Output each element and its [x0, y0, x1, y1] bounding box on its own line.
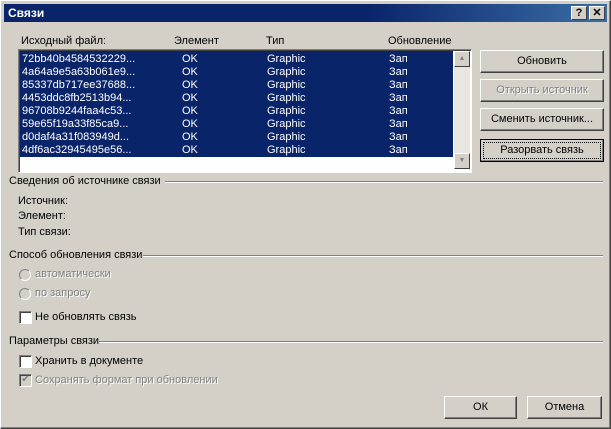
cancel-button[interactable]: Отмена [527, 396, 602, 419]
no-update-checkbox[interactable] [19, 311, 32, 324]
help-button[interactable]: ? [571, 6, 587, 20]
row-update: Зап [389, 105, 408, 117]
help-icon: ? [575, 7, 583, 19]
row-element: OK [182, 144, 198, 156]
open-source-button[interactable]: Открыть источник [480, 79, 604, 102]
triangle-down-icon[interactable]: ▼ [454, 153, 470, 169]
row-source: 85337db717ee37688... [22, 79, 136, 91]
source-info-heading: Сведения об источнике связи [9, 175, 161, 187]
row-type: Graphic [267, 131, 306, 143]
list-item[interactable]: 96708b9244faa4c53... OK Graphic Зап [20, 105, 453, 118]
header-type: Тип [266, 35, 285, 47]
keep-format-label: Сохранять формат при обновлении [35, 374, 218, 386]
list-item[interactable]: 72bb40b4584532229... OK Graphic Зап [20, 53, 453, 66]
break-link-button[interactable]: Разорвать связь [480, 139, 604, 162]
row-type: Graphic [267, 144, 306, 156]
ok-button[interactable]: ОК [444, 396, 517, 419]
row-type: Graphic [267, 118, 306, 130]
row-element: OK [182, 79, 198, 91]
list-item[interactable]: 59e65f19a33f85ca9... OK Graphic Зап [20, 118, 453, 131]
links-dialog: Связи ? ✕ Исходный файл: Элемент Тип Обн… [0, 0, 611, 429]
row-source: 72bb40b4584532229... [22, 53, 136, 65]
element-label: Элемент: [18, 210, 66, 222]
source-label: Источник: [18, 195, 69, 207]
row-source: 96708b9244faa4c53... [22, 105, 132, 117]
link-type-label: Тип связи: [18, 226, 71, 238]
row-element: OK [182, 131, 198, 143]
close-icon: ✕ [592, 7, 602, 19]
no-update-label: Не обновлять связь [35, 311, 137, 323]
automatic-radio[interactable] [19, 269, 31, 281]
row-source: 4453ddc8fb2513b94... [22, 92, 132, 104]
row-type: Graphic [267, 105, 306, 117]
row-update: Зап [389, 79, 408, 91]
row-update: Зап [389, 118, 408, 130]
checkmark-icon: ✔ [21, 374, 30, 385]
row-element: OK [182, 105, 198, 117]
header-element: Элемент [174, 35, 219, 47]
row-type: Graphic [267, 66, 306, 78]
refresh-button[interactable]: Обновить [480, 50, 604, 73]
dialog-title: Связи [8, 6, 45, 20]
row-type: Graphic [267, 92, 306, 104]
close-button[interactable]: ✕ [589, 6, 605, 20]
list-item[interactable]: d0daf4a31f083949d... OK Graphic Зап [20, 131, 453, 144]
keep-format-checkbox[interactable]: ✔ [19, 374, 32, 387]
row-element: OK [182, 66, 198, 78]
on-request-radio[interactable] [19, 288, 31, 300]
triangle-up-icon[interactable]: ▲ [454, 51, 470, 67]
store-in-document-label: Хранить в документе [35, 355, 144, 367]
row-update: Зап [389, 144, 408, 156]
change-source-button[interactable]: Сменить источник... [480, 108, 604, 131]
vertical-scrollbar[interactable]: ▲ ▼ [454, 51, 470, 169]
header-source: Исходный файл: [21, 35, 107, 47]
list-item[interactable]: 4a64a9e5a63b061e9... OK Graphic Зап [20, 66, 453, 79]
row-update: Зап [389, 131, 408, 143]
link-params-heading: Параметры связи [9, 335, 100, 347]
group-divider [143, 255, 603, 257]
group-divider [99, 341, 603, 343]
row-update: Зап [389, 53, 408, 65]
group-divider [165, 181, 603, 183]
on-request-label: по запросу [35, 287, 91, 299]
links-list[interactable]: 72bb40b4584532229... OK Graphic Зап 4a64… [18, 49, 472, 173]
row-type: Graphic [267, 79, 306, 91]
automatic-label: автоматически [35, 268, 111, 280]
header-update: Обновление [388, 35, 452, 47]
row-source: 4df6ac32945495e56... [22, 144, 132, 156]
selected-rows: 72bb40b4584532229... OK Graphic Зап 4a64… [20, 51, 453, 157]
update-method-heading: Способ обновления связи [9, 249, 143, 261]
list-item[interactable]: 4df6ac32945495e56... OK Graphic Зап [20, 144, 453, 157]
list-item[interactable]: 85337db717ee37688... OK Graphic Зап [20, 79, 453, 92]
row-source: d0daf4a31f083949d... [22, 131, 130, 143]
list-item[interactable]: 4453ddc8fb2513b94... OK Graphic Зап [20, 92, 453, 105]
row-element: OK [182, 118, 198, 130]
row-type: Graphic [267, 53, 306, 65]
store-in-document-checkbox[interactable] [19, 355, 32, 368]
row-update: Зап [389, 66, 408, 78]
title-bar: Связи ? ✕ [4, 4, 607, 22]
row-element: OK [182, 53, 198, 65]
row-source: 4a64a9e5a63b061e9... [22, 66, 136, 78]
row-update: Зап [389, 92, 408, 104]
row-element: OK [182, 92, 198, 104]
row-source: 59e65f19a33f85ca9... [22, 118, 129, 130]
